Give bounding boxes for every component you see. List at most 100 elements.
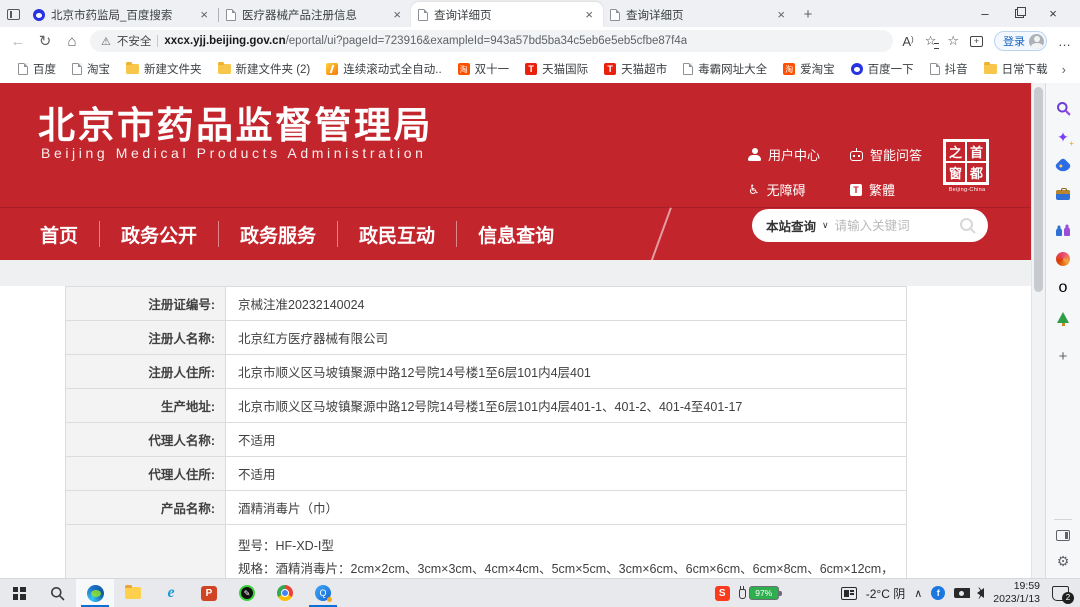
taskbar-qq-button[interactable]: Q bbox=[304, 579, 342, 607]
bookmark-folder-2[interactable]: 新建文件夹 (2) bbox=[210, 61, 319, 77]
search-icon[interactable] bbox=[958, 216, 978, 236]
tab-close-icon[interactable]: × bbox=[197, 7, 211, 22]
beijing-window-seal[interactable]: 之 首 窗 都 Beijing-China bbox=[943, 139, 991, 193]
favorites-icon[interactable]: ☆ bbox=[925, 33, 937, 49]
search-scope-dropdown[interactable]: 本站查询 bbox=[766, 216, 816, 235]
nav-item-interaction[interactable]: 政民互动 bbox=[338, 221, 456, 248]
row-value: 型号：HF-XD-I型 规格：酒精消毒片：2cm×2cm、3cm×3cm、4cm… bbox=[226, 525, 907, 579]
taskbar-chrome-button[interactable] bbox=[266, 579, 304, 607]
add-favorite-icon[interactable]: ☆ bbox=[947, 33, 959, 49]
sidebar-shopping-icon[interactable] bbox=[1050, 153, 1076, 179]
bookmark-baidu[interactable]: 百度 bbox=[10, 61, 64, 77]
tab-search-button[interactable] bbox=[0, 2, 26, 27]
bookmark-tmall-global[interactable]: T天猫国际 bbox=[517, 61, 596, 77]
new-tab-button[interactable]: + bbox=[795, 2, 821, 27]
bookmark-folder-1[interactable]: 新建文件夹 bbox=[118, 61, 210, 77]
bookmark-shuangshiyi[interactable]: 淘双十一 bbox=[450, 61, 518, 77]
taskbar-powerpoint-button[interactable]: P bbox=[190, 579, 228, 607]
close-button[interactable]: × bbox=[1036, 0, 1070, 27]
system-tray: S 97% -2°C 阴 ∧ f 19:59 2023/1/13 2 bbox=[715, 579, 1080, 607]
login-button[interactable]: 登录 bbox=[994, 31, 1047, 51]
bookmark-scanner[interactable]: 连续滚动式全自动.. bbox=[318, 61, 449, 77]
collapse-sidebar-icon[interactable] bbox=[1056, 530, 1070, 541]
tab-query-detail-2[interactable]: 查询详细页 × bbox=[603, 2, 795, 27]
taskbar-search-button[interactable] bbox=[38, 579, 76, 607]
bookmark-tmall-market[interactable]: T天猫超市 bbox=[596, 61, 675, 77]
smart-qa-link[interactable]: 智能问答 bbox=[850, 145, 950, 164]
bookmark-label: 连续滚动式全自动.. bbox=[343, 61, 441, 77]
minimize-button[interactable]: – bbox=[968, 0, 1002, 27]
home-icon[interactable]: ⌂ bbox=[63, 33, 81, 50]
taskbar-explorer-button[interactable] bbox=[114, 579, 152, 607]
tab-baidu-search[interactable]: 北京市药监局_百度搜索 × bbox=[26, 2, 218, 27]
internet-explorer-icon: e bbox=[167, 584, 174, 602]
tab-device-registration[interactable]: 医疗器械产品注册信息 × bbox=[219, 2, 411, 27]
start-button[interactable] bbox=[0, 579, 38, 607]
nav-item-home[interactable]: 首页 bbox=[40, 221, 99, 248]
nav-item-gov-services[interactable]: 政务服务 bbox=[219, 221, 337, 248]
row-value: 不适用 bbox=[226, 457, 907, 491]
refresh-icon[interactable]: ↻ bbox=[36, 32, 54, 50]
detail-page-body: 注册证编号:京械注准20232140024 注册人名称:北京红方医疗器械有限公司… bbox=[0, 260, 1031, 578]
table-row: 代理人住所:不适用 bbox=[66, 457, 907, 491]
taskbar-clock[interactable]: 19:59 2023/1/13 bbox=[993, 580, 1040, 606]
sidebar-search-icon[interactable] bbox=[1050, 95, 1076, 121]
site-search-input[interactable] bbox=[835, 219, 952, 233]
bookmarks-overflow-icon[interactable]: › bbox=[1056, 62, 1072, 77]
taskbar-edge-button[interactable] bbox=[76, 579, 114, 607]
sidebar-copilot-icon[interactable]: ✦ bbox=[1050, 124, 1076, 150]
chevron-down-icon[interactable]: ∨ bbox=[822, 220, 829, 231]
nav-item-info-query[interactable]: 信息查询 bbox=[457, 221, 575, 248]
more-menu-icon[interactable]: … bbox=[1058, 34, 1071, 49]
bookmark-baidu-yixia[interactable]: 百度一下 bbox=[843, 61, 922, 77]
table-row: 生产地址:北京市顺义区马坡镇聚源中路12号院14号楼1至6层101内4层401-… bbox=[66, 389, 907, 423]
traditional-chinese-link[interactable]: T繁體 bbox=[850, 180, 950, 199]
sidebar-outlook-icon[interactable]: o bbox=[1050, 275, 1076, 301]
taskbar-capture-button[interactable]: ✎ bbox=[228, 579, 266, 607]
bookmark-aitaobao[interactable]: 淘爱淘宝 bbox=[775, 61, 843, 77]
sidebar-divider bbox=[1054, 519, 1072, 520]
url-bar[interactable]: ⚠ 不安全 xxcx.yjj.beijing.gov.cn/eportal/ui… bbox=[90, 30, 893, 52]
battery-status[interactable]: 97% bbox=[739, 586, 779, 600]
bookmark-label: 毒霸网址大全 bbox=[698, 61, 767, 77]
volume-icon[interactable] bbox=[977, 588, 984, 598]
read-aloud-icon[interactable]: A bbox=[902, 34, 913, 49]
bookmark-douyin[interactable]: 抖音 bbox=[922, 61, 976, 77]
seal-caption: Beijing-China bbox=[943, 187, 991, 193]
bookmark-downloads-folder[interactable]: 日常下载 bbox=[976, 61, 1056, 77]
nav-item-gov-disclosure[interactable]: 政务公开 bbox=[100, 221, 218, 248]
sidebar-settings-icon[interactable]: ⚙ bbox=[1057, 553, 1070, 570]
sidebar-toolbox-icon[interactable] bbox=[1050, 182, 1076, 208]
sidebar-office-icon[interactable] bbox=[1050, 246, 1076, 272]
news-widget-icon[interactable] bbox=[841, 587, 857, 600]
row-value: 京械注准20232140024 bbox=[226, 287, 907, 321]
row-value: 酒精消毒片（巾） bbox=[226, 491, 907, 525]
tab-close-icon[interactable]: × bbox=[582, 7, 596, 22]
tab-query-detail-active[interactable]: 查询详细页 × bbox=[411, 2, 603, 27]
spec-line: 型号：HF-XD-I型 bbox=[238, 535, 894, 558]
page-icon bbox=[930, 63, 940, 75]
bookmark-taobao[interactable]: 淘宝 bbox=[64, 61, 118, 77]
weather-status[interactable]: -2°C 阴 bbox=[866, 585, 905, 602]
page-scrollbar[interactable] bbox=[1031, 83, 1045, 578]
flash-tray-icon[interactable]: f bbox=[931, 586, 945, 600]
sidebar-grow-tree-icon[interactable] bbox=[1050, 304, 1076, 330]
restore-button[interactable] bbox=[1002, 0, 1036, 27]
scrollbar-thumb[interactable] bbox=[1034, 87, 1043, 292]
tab-close-icon[interactable]: × bbox=[774, 7, 788, 22]
url-path: /eportal/ui?pageId=723916&exampleId=943a… bbox=[286, 35, 688, 47]
accessibility-link[interactable]: ♿无障碍 bbox=[748, 180, 850, 199]
taskbar-ie-button[interactable]: e bbox=[152, 579, 190, 607]
sidebar-games-icon[interactable] bbox=[1050, 217, 1076, 243]
tab-close-icon[interactable]: × bbox=[390, 7, 404, 22]
show-hidden-icons[interactable]: ∧ bbox=[914, 587, 922, 600]
sidebar-add-icon[interactable]: + bbox=[1050, 343, 1076, 369]
back-icon[interactable]: ← bbox=[9, 33, 27, 50]
sogou-input-icon[interactable]: S bbox=[715, 586, 730, 601]
notification-center-icon[interactable]: 2 bbox=[1052, 586, 1069, 601]
collections-icon[interactable]: + bbox=[970, 36, 983, 47]
user-center-link[interactable]: 用户中心 bbox=[748, 145, 850, 164]
table-row-spec: 型号、规格/包装规格: 型号：HF-XD-I型 规格：酒精消毒片：2cm×2cm… bbox=[66, 525, 907, 579]
bookmark-duba[interactable]: 毒霸网址大全 bbox=[675, 61, 775, 77]
row-label: 注册证编号: bbox=[66, 287, 226, 321]
